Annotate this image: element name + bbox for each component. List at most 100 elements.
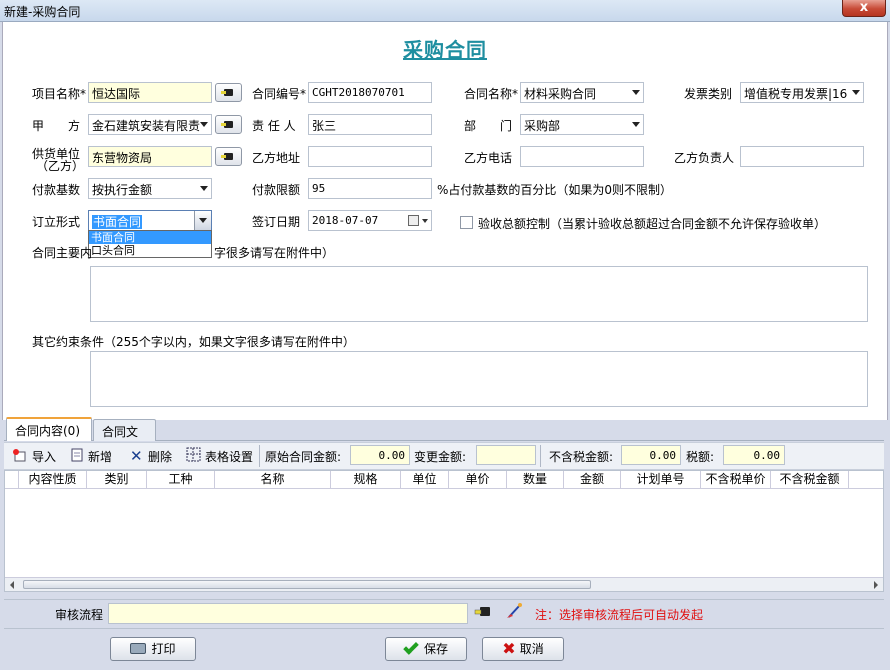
sign-form-value: 书面合同 xyxy=(92,215,143,229)
grid-column-header[interactable]: 规格 xyxy=(331,471,401,489)
supplier-label-sub: （乙方） xyxy=(36,159,85,173)
sign-date-picker[interactable]: 2018-07-07 xyxy=(308,210,432,231)
delete-button[interactable]: 删除 xyxy=(148,448,172,465)
grid-column-header[interactable]: 名称 xyxy=(215,471,331,489)
sign-date-label: 签订日期 xyxy=(252,215,301,229)
clear-brush-icon[interactable] xyxy=(505,602,523,620)
party-a-value: 金石建筑安装有限责 xyxy=(92,119,201,133)
sign-form-dropdown-button[interactable] xyxy=(194,211,211,230)
grid-column-header[interactable]: 单价 xyxy=(449,471,507,489)
scrollbar-thumb[interactable] xyxy=(23,580,591,589)
approval-pick-icon[interactable] xyxy=(474,606,492,618)
sign-form-option[interactable]: 口头合同 xyxy=(89,244,211,257)
invoice-type-label: 发票类别 xyxy=(684,87,733,101)
other-terms-textarea[interactable] xyxy=(90,351,868,407)
ex-tax-amount-field[interactable]: 0.00 xyxy=(621,445,681,465)
grid-column-header[interactable]: 内容性质 xyxy=(19,471,87,489)
acceptance-control-checkbox[interactable] xyxy=(460,216,473,229)
grid-column-header[interactable]: 数量 xyxy=(507,471,564,489)
supplier-pick-button[interactable] xyxy=(215,147,242,166)
party-a-combo[interactable]: 金石建筑安装有限责 xyxy=(88,114,212,135)
delete-icon: ✕ xyxy=(130,447,143,465)
department-combo[interactable]: 采购部 xyxy=(520,114,644,135)
grid-settings-button[interactable]: 表格设置 xyxy=(205,448,253,465)
grid-column-header[interactable]: 工种 xyxy=(147,471,215,489)
printer-icon xyxy=(130,643,147,654)
responsible-label: 责 任 人 xyxy=(252,119,296,133)
supplier-field[interactable]: 东营物资局 xyxy=(88,146,212,167)
sign-form-option[interactable]: 书面合同 xyxy=(89,231,211,244)
party-a-pick-button[interactable] xyxy=(215,115,242,134)
toolbar-separator xyxy=(259,445,260,467)
toolbar-separator xyxy=(540,445,541,467)
ex-tax-amount-label: 不含税金额: xyxy=(549,450,614,464)
print-button-label: 打印 xyxy=(151,642,176,656)
window-close-button[interactable]: x xyxy=(842,0,886,17)
party-b-phone-field[interactable] xyxy=(520,146,644,167)
divider xyxy=(4,628,884,629)
grid-row-indicator xyxy=(5,471,19,489)
change-amount-label: 变更金额: xyxy=(414,450,467,464)
import-button[interactable]: 导入 xyxy=(32,448,56,465)
chevron-down-icon xyxy=(200,122,208,127)
grid-column-header[interactable]: 计划单号 xyxy=(621,471,701,489)
close-icon: x xyxy=(859,0,869,15)
main-content-textarea[interactable] xyxy=(90,266,868,322)
divider xyxy=(4,599,884,600)
approval-flow-label: 审核流程 xyxy=(55,608,104,622)
acceptance-control-label: 验收总额控制（当累计验收总额超过合同金额不允许保存验收单） xyxy=(478,217,827,231)
save-button[interactable]: 保存 xyxy=(385,637,467,661)
payment-limit-field[interactable]: 95 xyxy=(308,178,432,199)
contract-no-field[interactable]: CGHT2018070701 xyxy=(308,82,432,103)
sign-date-value: 2018-07-07 xyxy=(312,214,379,227)
invoice-type-combo[interactable]: 增值税专用发票|16 xyxy=(740,82,864,103)
chevron-right-icon[interactable] xyxy=(874,581,878,589)
cancel-button-label: 取消 xyxy=(519,642,544,656)
payment-base-label: 付款基数 xyxy=(32,183,81,197)
chevron-left-icon[interactable] xyxy=(10,581,14,589)
contract-no-label: 合同编号* xyxy=(252,87,307,101)
party-b-owner-field[interactable] xyxy=(740,146,864,167)
grid-horizontal-scrollbar[interactable] xyxy=(5,577,883,591)
add-button[interactable]: 新增 xyxy=(88,448,112,465)
change-amount-field[interactable] xyxy=(476,445,536,465)
window-title: 新建-采购合同 xyxy=(4,5,81,19)
party-b-phone-label: 乙方电话 xyxy=(464,151,513,165)
other-terms-label: 其它约束条件（255个字以内，如果文字很多请写在附件中） xyxy=(32,335,355,349)
tab-contract-text[interactable]: 合同文本 xyxy=(93,419,156,456)
sign-form-combo[interactable]: 书面合同 xyxy=(88,210,212,231)
grid-header-filler xyxy=(849,471,863,489)
contract-name-label: 合同名称* xyxy=(464,87,519,101)
contract-name-combo[interactable]: 材料采购合同 xyxy=(520,82,644,103)
chevron-down-icon xyxy=(199,218,207,223)
contract-items-grid[interactable]: 内容性质 类别 工种 名称 规格 单位 单价 数量 金额 计划单号 不含税单价 … xyxy=(4,470,884,592)
grid-column-header[interactable]: 不含税单价 xyxy=(701,471,771,489)
approval-note: 注：选择审核流程后可自动发起 xyxy=(535,608,704,622)
main-content-label-tail: 字很多请写在附件中） xyxy=(214,246,335,260)
department-label: 部 门 xyxy=(464,119,513,133)
party-b-owner-label: 乙方负责人 xyxy=(674,151,735,165)
calendar-icon[interactable] xyxy=(408,215,419,226)
project-pick-button[interactable] xyxy=(215,83,242,102)
original-amount-label: 原始合同金额: xyxy=(265,450,342,464)
contract-name-value: 材料采购合同 xyxy=(524,87,597,101)
project-name-label: 项目名称* xyxy=(32,87,87,101)
original-amount-field[interactable]: 0.00 xyxy=(350,445,410,465)
payment-limit-hint: %占付款基数的百分比（如果为0则不限制） xyxy=(437,183,673,197)
tax-amount-field[interactable]: 0.00 xyxy=(723,445,785,465)
tab-contract-content[interactable]: 合同内容(0) xyxy=(6,417,92,441)
party-b-address-field[interactable] xyxy=(308,146,432,167)
grid-column-header[interactable]: 类别 xyxy=(87,471,147,489)
project-name-field[interactable]: 恒达国际 xyxy=(88,82,212,103)
cancel-icon: ✖ xyxy=(502,639,516,658)
responsible-field[interactable]: 张三 xyxy=(308,114,432,135)
grid-column-header[interactable]: 金额 xyxy=(564,471,621,489)
cancel-button[interactable]: ✖ 取消 xyxy=(482,637,564,661)
new-icon xyxy=(71,448,83,462)
print-button[interactable]: 打印 xyxy=(110,637,196,661)
payment-base-combo[interactable]: 按执行金额 xyxy=(88,178,212,199)
approval-flow-field[interactable] xyxy=(108,603,468,624)
grid-column-header[interactable]: 不含税金额 xyxy=(771,471,849,489)
chevron-down-icon xyxy=(422,219,428,223)
grid-column-header[interactable]: 单位 xyxy=(401,471,449,489)
